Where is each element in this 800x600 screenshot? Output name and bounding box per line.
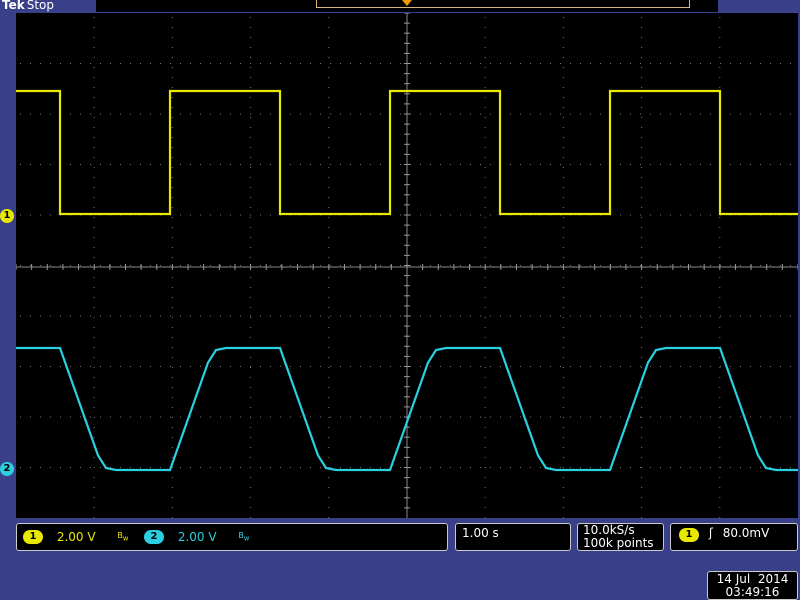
channel-readout-panel[interactable]: 1 2.00 V Bw 2 2.00 V Bw: [16, 523, 448, 551]
channel-1-ground-marker[interactable]: 1: [0, 209, 14, 223]
graticule-grid: [15, 12, 799, 518]
channel-1-scale[interactable]: 2.00 V: [57, 530, 96, 544]
waveform-display[interactable]: [15, 12, 799, 518]
datetime-readout: 14 Jul 2014 03:49:16: [707, 571, 798, 600]
channel-2-scale[interactable]: 2.00 V: [178, 530, 217, 544]
rising-edge-icon: ʃ: [708, 526, 713, 540]
channel-2-chip[interactable]: 2: [144, 529, 165, 544]
time-label: 03:49:16: [725, 585, 780, 599]
horizontal-scale-readout[interactable]: 1.00 s: [455, 523, 571, 551]
trigger-position-marker-icon[interactable]: [402, 0, 412, 6]
record-length: 100k points: [583, 536, 654, 550]
brand-label: Tek: [2, 0, 25, 12]
trigger-level: 80.0mV: [722, 526, 770, 540]
acquisition-state: Stop: [26, 0, 54, 12]
acquisition-readout[interactable]: 10.0kS/s 100k points: [577, 523, 664, 551]
trigger-readout[interactable]: 1 ʃ 80.0mV: [670, 523, 798, 551]
record-view-bar[interactable]: [96, 0, 718, 12]
bandwidth-limit-icon: Bw: [238, 530, 250, 543]
status-label: Tek Stop: [2, 0, 54, 12]
record-window-bracket[interactable]: [316, 0, 690, 8]
bandwidth-limit-icon: Bw: [117, 530, 129, 543]
graticule-svg: [15, 12, 799, 518]
channel-2-ground-marker[interactable]: 2: [0, 462, 14, 476]
trigger-source-chip: 1: [679, 528, 699, 542]
channel-1-chip[interactable]: 1: [23, 529, 43, 544]
timebase-value: 1.00 s: [462, 526, 499, 540]
